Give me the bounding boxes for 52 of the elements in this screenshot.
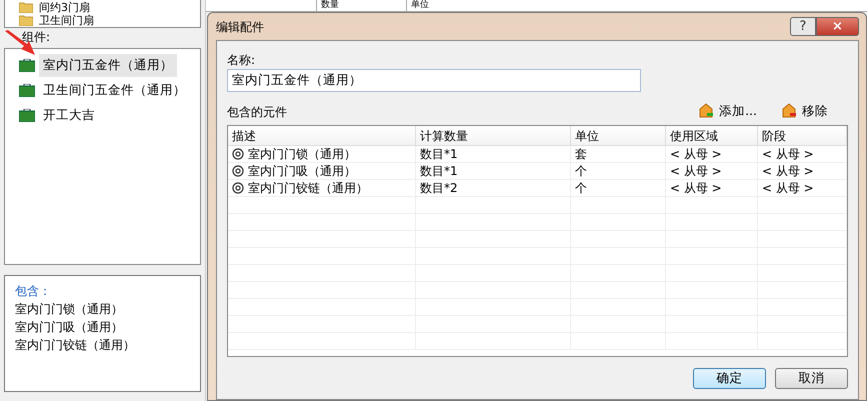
column-header: 单位 bbox=[571, 126, 666, 146]
folder-item[interactable]: 间约3门扇 bbox=[39, 1, 90, 14]
table-cell: 数目*2 bbox=[416, 180, 571, 197]
briefcase-icon bbox=[19, 59, 35, 72]
table-cell: 数目*1 bbox=[416, 146, 571, 163]
add-button[interactable]: 添加... bbox=[698, 102, 757, 121]
component-item[interactable]: 卫生间门五金件（通用） bbox=[39, 79, 190, 102]
table-cell: < 从母 > bbox=[666, 146, 758, 163]
table-cell: < 从母 > bbox=[758, 162, 847, 180]
table-cell: 个 bbox=[571, 162, 666, 180]
column-header: 数量 bbox=[316, 0, 406, 11]
briefcase-icon bbox=[19, 84, 35, 97]
remove-icon bbox=[781, 103, 797, 120]
column-header: 使用区域 bbox=[666, 126, 758, 146]
contained-item: 室内门门铰链（通用） bbox=[15, 337, 136, 354]
briefcase-icon bbox=[19, 109, 35, 122]
table-cell: 数目*1 bbox=[416, 162, 571, 180]
table-cell: 个 bbox=[571, 180, 666, 197]
help-button[interactable]: ? bbox=[790, 17, 816, 36]
column-header: 阶段 bbox=[758, 126, 847, 146]
part-icon bbox=[232, 182, 244, 194]
pointer-arrow bbox=[4, 30, 36, 56]
table-cell: 室内门门锁（通用） bbox=[248, 146, 356, 163]
ok-button[interactable]: 确定 bbox=[693, 368, 766, 389]
column-header: 描述 bbox=[228, 126, 416, 146]
table-cell: 套 bbox=[571, 146, 666, 163]
column-header: 计算数量 bbox=[416, 126, 571, 146]
list-label: 组件: bbox=[22, 30, 50, 44]
contained-item: 室内门门吸（通用） bbox=[15, 319, 124, 336]
window-title: 编辑配件 bbox=[216, 18, 264, 36]
cancel-button[interactable]: 取消 bbox=[775, 368, 848, 389]
section-label: 包含的元件 bbox=[227, 104, 287, 121]
add-icon bbox=[698, 103, 714, 120]
field-label: 名称: bbox=[227, 52, 256, 69]
close-button[interactable]: × bbox=[816, 17, 859, 36]
part-icon bbox=[232, 148, 244, 160]
table-cell: < 从母 > bbox=[758, 146, 847, 163]
table-cell: 室内门门铰链（通用） bbox=[248, 180, 368, 197]
group-title: 包含： bbox=[15, 283, 52, 300]
name-field[interactable]: 室内门五金件（通用） bbox=[227, 69, 641, 92]
remove-button[interactable]: 移除 bbox=[781, 102, 828, 121]
table-cell: < 从母 > bbox=[666, 180, 758, 197]
table-cell: < 从母 > bbox=[758, 180, 847, 197]
contained-item: 室内门门锁（通用） bbox=[15, 301, 124, 318]
part-icon bbox=[232, 165, 244, 178]
folder-icon bbox=[19, 2, 33, 13]
folder-icon bbox=[19, 15, 33, 26]
component-item[interactable]: 室内门五金件（通用） bbox=[39, 54, 177, 77]
table-cell: 室内门门吸（通用） bbox=[248, 162, 356, 180]
table-cell: < 从母 > bbox=[666, 162, 758, 180]
component-item[interactable]: 开工大吉 bbox=[39, 104, 99, 127]
folder-item[interactable]: 卫生间门扇 bbox=[39, 14, 94, 27]
